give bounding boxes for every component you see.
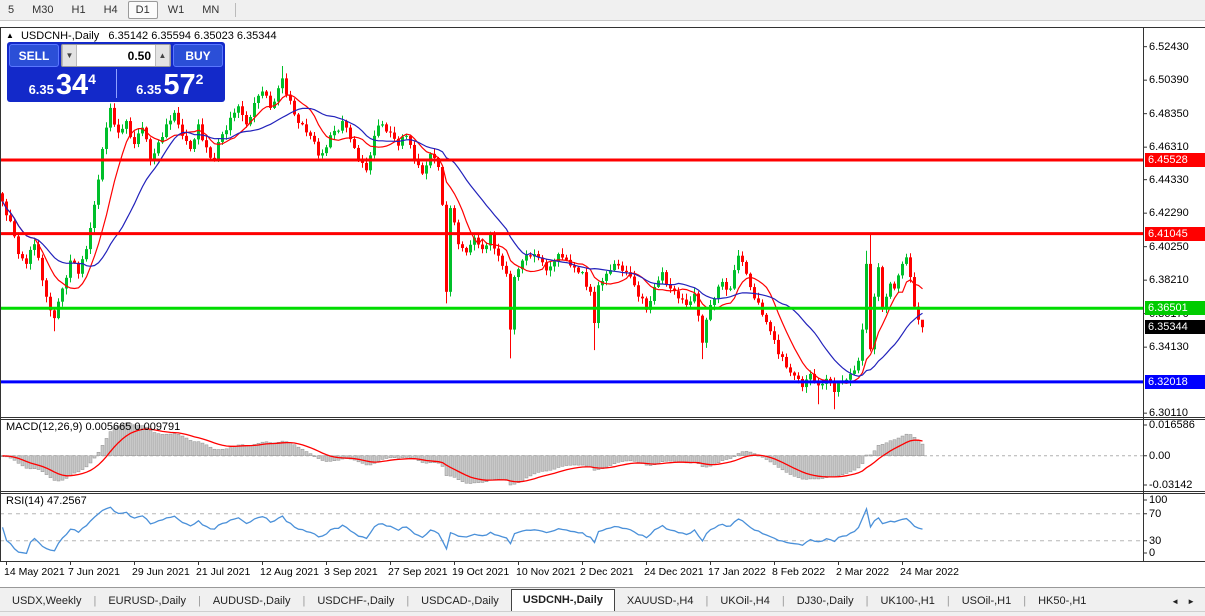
buy-button[interactable]: BUY (173, 44, 223, 67)
macd-axis-label: 0.016586 (1149, 419, 1195, 431)
timeframe-toolbar: 5 M30 H1 H4 D1 W1 MN (0, 0, 1205, 21)
price-tick-label: 6.40250 (1149, 240, 1189, 253)
sell-price-prefix: 6.35 (28, 82, 54, 97)
chart-header: ▲ USDCNH-,Daily 6.35142 6.35594 6.35023 … (6, 30, 277, 42)
date-tick-label: 21 Jul 2021 (196, 566, 251, 578)
chevron-up-icon: ▲ (158, 51, 167, 60)
toolbar-separator (235, 3, 237, 17)
date-tick-label: 2 Dec 2021 (580, 566, 634, 578)
date-tick-label: 8 Feb 2022 (772, 566, 826, 578)
volume-decrease-button[interactable]: ▼ (62, 45, 77, 66)
macd-axis-label: 0.00 (1149, 449, 1171, 462)
chart-tab-audusd-daily[interactable]: AUDUSD-,Daily (201, 591, 303, 612)
price-level-badge: 6.36501 (1145, 301, 1205, 316)
timeframe-button-W1[interactable]: W1 (160, 1, 193, 19)
chart-tab-dj30-daily[interactable]: DJ30-,Daily (785, 591, 866, 612)
status-strip (0, 611, 1205, 616)
chart-tab-usoil-h1[interactable]: USOil-,H1 (950, 591, 1024, 612)
volume-control: ▼ ▲ (61, 44, 171, 67)
price-tick-label: 6.44330 (1149, 173, 1189, 186)
price-tick-label: 6.52430 (1149, 40, 1189, 53)
chart-tab-uk100-h1[interactable]: UK100-,H1 (868, 591, 946, 612)
chart-tab-usdchf-daily[interactable]: USDCHF-,Daily (305, 591, 406, 612)
macd-axis-label: -0.03142 (1149, 479, 1193, 491)
chart-ohlc-values: 6.35142 6.35594 6.35023 6.35344 (108, 30, 277, 42)
timeframe-button-5[interactable]: 5 (0, 1, 22, 19)
chevron-down-icon: ▼ (65, 51, 74, 60)
timeframe-button-MN[interactable]: MN (194, 1, 227, 19)
price-tick-label: 6.38210 (1149, 274, 1189, 287)
date-tick-label: 17 Jan 2022 (708, 566, 766, 578)
price-level-badge: 6.32018 (1145, 374, 1205, 389)
date-tick-label: 12 Aug 2021 (260, 566, 319, 578)
sell-button[interactable]: SELL (9, 44, 59, 67)
chart-tab-hk50-h1[interactable]: HK50-,H1 (1026, 591, 1098, 612)
buy-price-display[interactable]: 6.35 57 2 (117, 68, 224, 101)
chart-plot-area[interactable] (0, 27, 1205, 586)
chart-tab-eurusd-daily[interactable]: EURUSD-,Daily (96, 591, 198, 612)
one-click-trading-panel: SELL ▼ ▲ BUY 6.35 34 4 6.35 57 2 (7, 42, 225, 102)
volume-input[interactable] (77, 45, 155, 66)
chart-symbol-label: USDCNH-,Daily (20, 30, 100, 42)
date-tick-label: 24 Mar 2022 (900, 566, 959, 578)
chart-tab-xauusd-h4[interactable]: XAUUSD-,H4 (615, 591, 706, 612)
date-tick-label: 14 May 2021 (4, 566, 65, 578)
date-tick-label: 10 Nov 2021 (516, 566, 576, 578)
timeframe-button-M30[interactable]: M30 (24, 1, 61, 19)
sell-price-pips: 34 (55, 69, 89, 101)
rsi-indicator-title: RSI(14) 47.2567 (6, 495, 87, 507)
rsi-axis-label: 0 (1149, 547, 1156, 559)
chart-window: ▲ USDCNH-,Daily 6.35142 6.35594 6.35023 … (0, 27, 1205, 586)
tabs-scroll-right-icon[interactable]: ► (1187, 597, 1195, 606)
date-tick-label: 27 Sep 2021 (388, 566, 448, 578)
buy-price-prefix: 6.35 (136, 82, 162, 97)
price-level-badge: 6.35344 (1145, 320, 1205, 335)
collapse-panel-icon[interactable]: ▲ (6, 31, 14, 40)
date-tick-label: 19 Oct 2021 (452, 566, 510, 578)
chart-tab-usdx-weekly[interactable]: USDX,Weekly (0, 591, 93, 612)
timeframe-button-H1[interactable]: H1 (64, 1, 94, 19)
price-level-badge: 6.41045 (1145, 226, 1205, 241)
chart-tab-usdcad-daily[interactable]: USDCAD-,Daily (409, 591, 511, 612)
timeframe-button-H4[interactable]: H4 (96, 1, 126, 19)
date-tick-label: 7 Jun 2021 (68, 566, 120, 578)
timeframe-button-D1[interactable]: D1 (127, 1, 158, 19)
price-tick-label: 6.34130 (1149, 341, 1189, 354)
chart-tab-bar: USDX,Weekly | EURUSD-,Daily | AUDUSD-,Daily |… (0, 587, 1205, 612)
rsi-axis-label: 100 (1149, 494, 1168, 506)
price-tick-label: 6.48350 (1149, 107, 1189, 120)
date-tick-label: 24 Dec 2021 (644, 566, 704, 578)
date-tick-label: 2 Mar 2022 (836, 566, 890, 578)
volume-increase-button[interactable]: ▲ (155, 45, 170, 66)
sell-price-point: 4 (88, 71, 96, 87)
sell-price-display[interactable]: 6.35 34 4 (9, 68, 116, 101)
rsi-axis-label: 30 (1149, 534, 1162, 547)
price-tick-label: 6.42290 (1149, 207, 1189, 220)
price-level-badge: 6.45528 (1145, 153, 1205, 167)
price-tick-label: 6.50390 (1149, 74, 1189, 87)
rsi-axis-label: 70 (1149, 507, 1162, 520)
buy-price-pips: 57 (163, 69, 196, 101)
tabs-scroll-left-icon[interactable]: ◄ (1171, 597, 1179, 606)
date-tick-label: 29 Jun 2021 (132, 566, 190, 578)
macd-indicator-title: MACD(12,26,9) 0.005665 0.009791 (6, 421, 181, 433)
chart-tab-ukoil-h4[interactable]: UKOil-,H4 (708, 591, 782, 612)
date-tick-label: 3 Sep 2021 (324, 566, 378, 578)
chart-tab-usdcnh-daily[interactable]: USDCNH-,Daily (510, 589, 615, 612)
buy-price-point: 2 (195, 71, 204, 87)
